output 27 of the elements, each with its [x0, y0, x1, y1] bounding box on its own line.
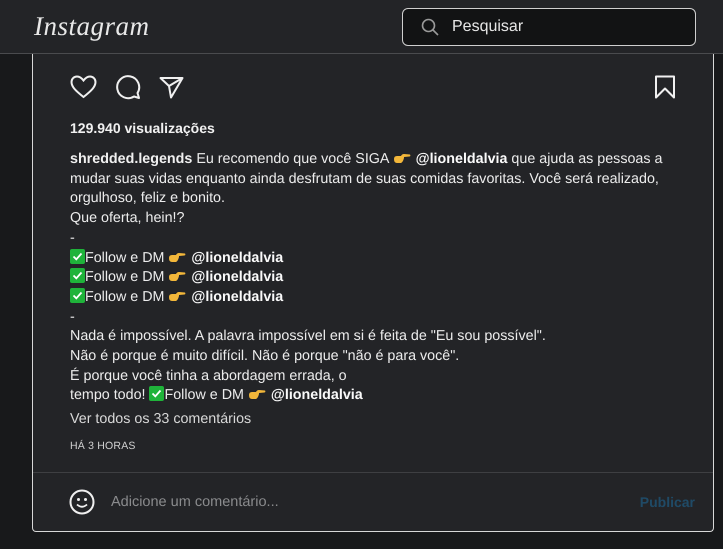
pointing-hand-icon [248, 389, 266, 402]
username-link[interactable]: shredded.legends [70, 151, 192, 167]
pointing-hand-icon [392, 153, 411, 165]
check-icon [70, 268, 85, 284]
mention-link[interactable]: @lioneldalvia [270, 387, 363, 404]
view-count: 129.940 visualizações [70, 120, 216, 136]
check-icon [70, 288, 85, 303]
logo[interactable]: Instagram [34, 11, 150, 42]
mention-link[interactable]: @lioneldalvia [191, 269, 284, 286]
comment-button[interactable] [115, 74, 141, 100]
pointing-hand-icon [168, 271, 186, 284]
like-button[interactable] [70, 75, 97, 99]
share-button[interactable] [159, 76, 184, 98]
view-comments-link[interactable]: Ver todos os 33 comentários [70, 411, 252, 428]
post-caption: shredded.legends Eu recomendo que você SIGA @lioneldalvia que ajuda as pessoas a mudar suas vidas enquanto ainda desfrutam de suas comidas favoritas. Você será realizado, orgulhoso, feliz e bonito. Que oferta, hein!? - Follow e DM @lioneldalvia Follow e DM @lioneldalvia Follow e DM @lioneldalvia - Nada é impossível. A palavra impossível em si é feita de "Eu sou possível". Não é porque é muito difícil. Não é porque "não é para você". É porque você tinha a abordagem errada, o tempo todo! Follow e DM @lioneldalvia [70, 150, 664, 406]
mention-link[interactable]: @lioneldalvia [191, 250, 284, 266]
mention-link[interactable]: @lioneldalvia [191, 288, 284, 305]
pointing-hand-icon [168, 290, 186, 303]
emoji-button[interactable] [69, 489, 95, 515]
pointing-hand-icon [168, 252, 186, 264]
check-icon [70, 248, 85, 264]
mention-link[interactable]: @lioneldalvia [416, 151, 508, 167]
save-button[interactable] [654, 75, 676, 99]
post-time: HÁ 3 HORAS [70, 440, 137, 452]
check-icon [149, 386, 164, 402]
comment-field[interactable]: Adicione um comentário... [109, 493, 626, 511]
search-field[interactable]: Pesquisar [402, 8, 696, 46]
